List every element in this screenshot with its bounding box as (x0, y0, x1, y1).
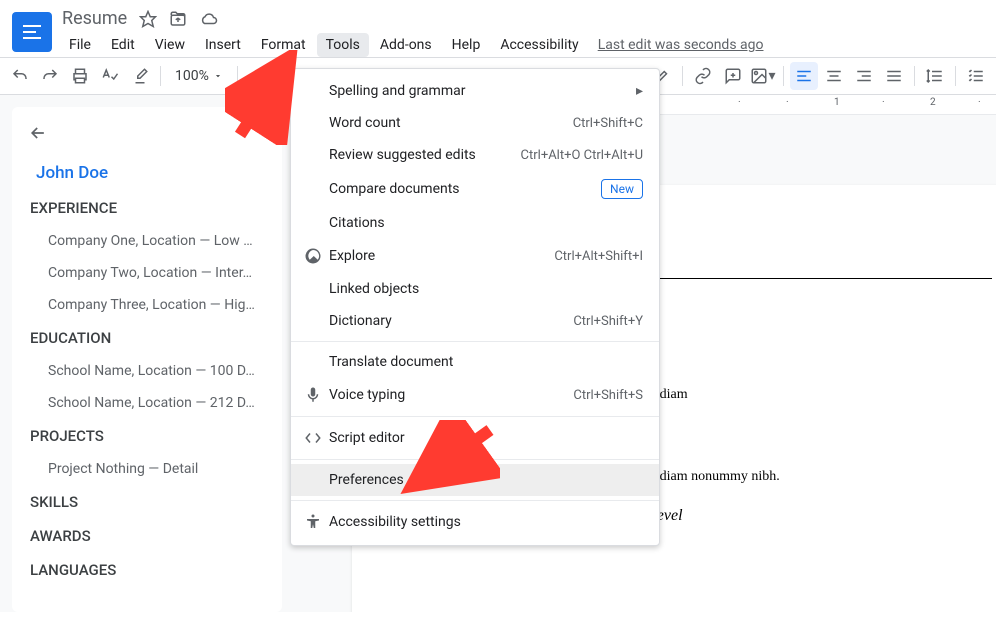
menu-item-label: Explore (329, 248, 554, 264)
menu-separator (291, 416, 659, 417)
image-button[interactable]: ▾ (749, 62, 777, 90)
explore-icon (301, 247, 325, 265)
ruler-mark: · (882, 97, 885, 108)
menu-bar: File Edit View Insert Format Tools Add-o… (60, 29, 988, 57)
cloud-status-icon[interactable] (199, 10, 219, 28)
star-icon[interactable] (139, 10, 157, 28)
menu-item-label: Word count (329, 115, 573, 131)
menu-shortcut: Ctrl+Shift+Y (573, 314, 643, 329)
document-title[interactable]: Resume (62, 8, 127, 29)
menu-item-review-suggested-edits[interactable]: Review suggested editsCtrl+Alt+O Ctrl+Al… (291, 139, 659, 171)
menu-shortcut: Ctrl+Alt+O Ctrl+Alt+U (521, 148, 643, 163)
menu-item-label: Spelling and grammar (329, 83, 636, 99)
menu-item-word-count[interactable]: Word countCtrl+Shift+C (291, 107, 659, 139)
accessibility-icon (301, 513, 325, 531)
new-badge: New (601, 179, 643, 199)
last-edit-link[interactable]: Last edit was seconds ago (590, 33, 772, 57)
menu-separator (291, 341, 659, 342)
menu-item-voice-typing[interactable]: Voice typingCtrl+Shift+S (291, 378, 659, 412)
toolbar-separator (783, 66, 784, 86)
outline-back-button[interactable] (24, 119, 52, 147)
align-right-button[interactable] (850, 62, 878, 90)
menu-item-spelling-and-grammar[interactable]: Spelling and grammar▸ (291, 75, 659, 107)
submenu-arrow-icon: ▸ (636, 83, 643, 99)
outline-item[interactable]: EDUCATION (20, 321, 274, 355)
menu-item-compare-documents[interactable]: Compare documentsNew (291, 171, 659, 207)
outline-item[interactable]: School Name, Location — 212 D… (20, 387, 274, 419)
menu-addons[interactable]: Add-ons (371, 33, 441, 57)
align-justify-button[interactable] (880, 62, 908, 90)
align-center-button[interactable] (820, 62, 848, 90)
comment-button[interactable] (719, 62, 747, 90)
undo-button[interactable] (6, 62, 34, 90)
chevron-down-icon (213, 71, 223, 81)
menu-help[interactable]: Help (443, 33, 490, 57)
mic-icon (301, 386, 325, 404)
menu-separator (291, 500, 659, 501)
app-header: Resume File Edit View Insert Format Tool… (0, 0, 996, 57)
menu-item-label: Review suggested edits (329, 147, 521, 163)
menu-shortcut: Ctrl+Shift+C (573, 116, 643, 131)
ruler-mark: 2 (930, 97, 936, 108)
outline-item[interactable]: EXPERIENCE (20, 191, 274, 225)
zoom-value: 100% (175, 68, 209, 84)
menu-accessibility[interactable]: Accessibility (491, 33, 587, 57)
paint-format-button[interactable] (126, 62, 154, 90)
move-icon[interactable] (169, 10, 187, 28)
outline-item[interactable]: Company Three, Location — Hig… (20, 289, 274, 321)
menu-file[interactable]: File (60, 33, 100, 57)
toolbar-separator (914, 66, 915, 86)
document-outline: John DoeEXPERIENCECompany One, Location … (12, 107, 282, 612)
outline-item[interactable]: Company One, Location — Low … (20, 225, 274, 257)
ruler-mark: 1 (834, 97, 840, 108)
script-icon (301, 429, 325, 447)
toolbar-separator (682, 66, 683, 86)
ruler-mark: · (738, 97, 741, 108)
outline-item[interactable]: PROJECTS (20, 419, 274, 453)
menu-edit[interactable]: Edit (102, 33, 144, 57)
outline-item[interactable]: SKILLS (20, 485, 274, 519)
menu-item-translate-document[interactable]: Translate document (291, 346, 659, 378)
menu-item-label: Dictionary (329, 313, 573, 329)
menu-item-accessibility-settings[interactable]: Accessibility settings (291, 505, 659, 539)
outline-item[interactable]: AWARDS (20, 519, 274, 553)
spellcheck-button[interactable] (96, 62, 124, 90)
menu-item-citations[interactable]: Citations (291, 207, 659, 239)
link-button[interactable] (689, 62, 717, 90)
menu-item-dictionary[interactable]: DictionaryCtrl+Shift+Y (291, 305, 659, 337)
ruler-mark: · (786, 97, 789, 108)
menu-item-label: Linked objects (329, 281, 643, 297)
menu-item-label: Translate document (329, 354, 643, 370)
outline-item[interactable]: LANGUAGES (20, 553, 274, 587)
menu-item-label: Accessibility settings (329, 514, 643, 530)
print-button[interactable] (66, 62, 94, 90)
docs-logo-icon (23, 25, 41, 39)
line-spacing-button[interactable] (921, 62, 949, 90)
menu-item-label: Voice typing (329, 387, 573, 403)
menu-tools[interactable]: Tools (317, 33, 369, 57)
outline-item[interactable]: John Doe (12, 155, 274, 191)
zoom-dropdown[interactable]: 100% (167, 68, 231, 84)
menu-item-label: Compare documents (329, 181, 601, 197)
redo-button[interactable] (36, 62, 64, 90)
menu-shortcut: Ctrl+Shift+S (573, 388, 643, 403)
outline-item[interactable]: School Name, Location — 100 D… (20, 355, 274, 387)
checklist-button[interactable] (962, 62, 990, 90)
annotation-arrow-tools (225, 50, 305, 145)
annotation-arrow-preferences (400, 420, 500, 500)
menu-item-label: Citations (329, 215, 643, 231)
menu-view[interactable]: View (146, 33, 194, 57)
outline-item[interactable]: Project Nothing — Detail (20, 453, 274, 485)
toolbar-separator (955, 66, 956, 86)
ruler-mark: · (978, 97, 981, 108)
menu-item-explore[interactable]: ExploreCtrl+Alt+Shift+I (291, 239, 659, 273)
toolbar-separator (160, 66, 161, 86)
align-left-button[interactable] (790, 62, 818, 90)
outline-item[interactable]: Company Two, Location — Inter… (20, 257, 274, 289)
menu-shortcut: Ctrl+Alt+Shift+I (554, 249, 643, 264)
menu-item-linked-objects[interactable]: Linked objects (291, 273, 659, 305)
docs-logo[interactable] (12, 12, 52, 52)
